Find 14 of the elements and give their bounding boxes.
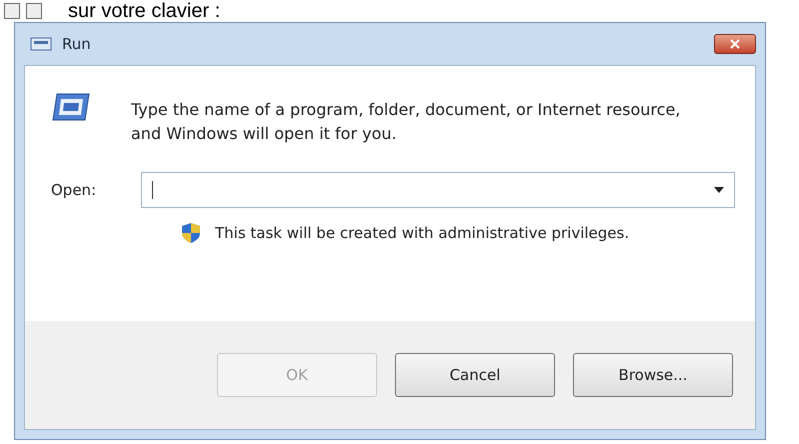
close-icon (730, 39, 740, 49)
admin-note: This task will be created with administrative privileges. (215, 224, 630, 242)
window-title: Run (62, 35, 91, 53)
instruction-text: sur votre clavier : (68, 0, 220, 22)
cancel-button[interactable]: Cancel (395, 353, 555, 397)
browse-button[interactable]: Browse... (573, 353, 733, 397)
close-button[interactable] (714, 34, 756, 54)
key-icon (26, 3, 42, 19)
shield-icon (181, 222, 201, 244)
open-label: Open: (51, 181, 98, 199)
description-text: Type the name of a program, folder, document, or Internet resource, and Windows will open it for you. (131, 99, 682, 145)
run-icon (30, 37, 52, 51)
dropdown-arrow-icon (714, 187, 724, 193)
key-icon (4, 3, 20, 19)
